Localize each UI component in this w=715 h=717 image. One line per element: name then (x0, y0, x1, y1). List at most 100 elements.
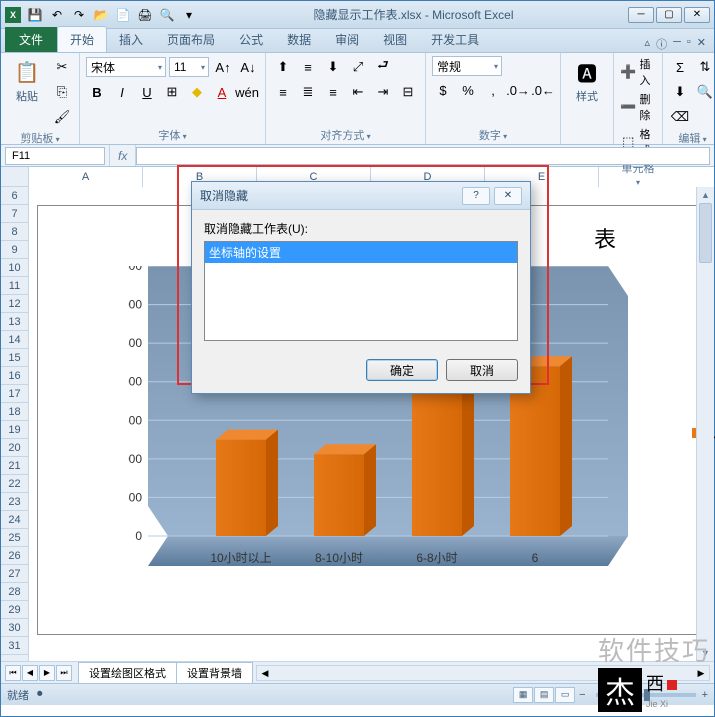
sheet-tab[interactable]: 设置背景墙 (176, 662, 253, 683)
help-icon[interactable]: ⓘ (656, 36, 667, 52)
vertical-scrollbar[interactable]: ▲ ▼ (696, 187, 714, 661)
increase-decimal-button[interactable]: .0→ (507, 79, 529, 101)
dialog-close-button[interactable]: ✕ (494, 187, 522, 205)
close-button[interactable]: ✕ (684, 7, 710, 23)
tab-layout[interactable]: 页面布局 (155, 27, 227, 52)
select-all-corner[interactable] (1, 167, 29, 187)
bold-button[interactable]: B (86, 81, 108, 103)
row-header[interactable]: 20 (1, 439, 28, 457)
dialog-help-button[interactable]: ? (462, 187, 490, 205)
row-header[interactable]: 9 (1, 241, 28, 259)
align-bottom-button[interactable]: ⬇ (322, 56, 344, 78)
macro-record-icon[interactable]: ⏺ (37, 688, 43, 701)
col-header[interactable]: A (29, 167, 143, 187)
row-header[interactable]: 17 (1, 385, 28, 403)
row-header[interactable]: 18 (1, 403, 28, 421)
cancel-button[interactable]: 取消 (446, 359, 518, 381)
align-right-button[interactable]: ≡ (322, 81, 344, 103)
tab-formulas[interactable]: 公式 (227, 27, 275, 52)
merge-button[interactable]: ⊟ (397, 81, 419, 103)
maximize-button[interactable]: ▢ (656, 7, 682, 23)
qat-more-icon[interactable]: ▾ (179, 5, 199, 25)
row-header[interactable]: 27 (1, 565, 28, 583)
row-header[interactable]: 16 (1, 367, 28, 385)
sort-button[interactable]: ⇅ (694, 56, 715, 78)
font-color-button[interactable]: A (211, 81, 233, 103)
formula-input[interactable] (136, 147, 710, 165)
doc-minimize-icon[interactable]: ─ (673, 36, 681, 52)
scroll-left-icon[interactable]: ◀ (257, 666, 273, 680)
wrap-text-button[interactable]: ⮐ (372, 56, 394, 78)
row-header[interactable]: 6 (1, 187, 28, 205)
row-header[interactable]: 23 (1, 493, 28, 511)
row-header[interactable]: 28 (1, 583, 28, 601)
font-size-combo[interactable]: 11 (169, 57, 209, 77)
save-button[interactable]: 💾 (25, 5, 45, 25)
grow-font-button[interactable]: A↑ (212, 56, 234, 78)
row-header[interactable]: 14 (1, 331, 28, 349)
list-item[interactable]: 坐标轴的设置 (205, 242, 517, 263)
delete-cells-button[interactable]: ➖ (620, 96, 637, 118)
tab-insert[interactable]: 插入 (107, 27, 155, 52)
dialog-titlebar[interactable]: 取消隐藏 ? ✕ (192, 182, 530, 210)
row-header[interactable]: 24 (1, 511, 28, 529)
tab-view[interactable]: 视图 (371, 27, 419, 52)
name-box[interactable]: F11 (5, 147, 105, 165)
insert-cells-button[interactable]: ➕ (620, 61, 637, 83)
view-layout-button[interactable]: ▤ (534, 687, 554, 703)
zoom-out-button[interactable]: − (579, 689, 585, 701)
row-header[interactable]: 15 (1, 349, 28, 367)
align-center-button[interactable]: ≣ (297, 81, 319, 103)
autosum-button[interactable]: Σ (669, 56, 691, 78)
tab-nav-next[interactable]: ▶ (39, 665, 55, 681)
tab-data[interactable]: 数据 (275, 27, 323, 52)
unhide-list[interactable]: 坐标轴的设置 (204, 241, 518, 341)
ribbon-minimize-icon[interactable]: ▵ (645, 36, 651, 52)
tab-nav-last[interactable]: ⏭ (56, 665, 72, 681)
indent-decrease-button[interactable]: ⇤ (347, 81, 369, 103)
row-header[interactable]: 11 (1, 277, 28, 295)
row-header[interactable]: 19 (1, 421, 28, 439)
scroll-thumb[interactable] (699, 203, 712, 263)
row-header[interactable]: 25 (1, 529, 28, 547)
align-top-button[interactable]: ⬆ (272, 56, 294, 78)
print-button[interactable]: 🖨 (135, 5, 155, 25)
styles-button[interactable]: 🅰 样式 (567, 56, 607, 106)
row-header[interactable]: 29 (1, 601, 28, 619)
scroll-right-icon[interactable]: ▶ (693, 666, 709, 680)
open-button[interactable]: 📂 (91, 5, 111, 25)
zoom-in-button[interactable]: + (702, 689, 708, 701)
row-header[interactable]: 22 (1, 475, 28, 493)
zoom-slider[interactable] (596, 693, 696, 697)
fill-color-button[interactable]: ◆ (186, 81, 208, 103)
font-name-combo[interactable]: 宋体 (86, 57, 166, 77)
cut-button[interactable]: ✂ (51, 56, 73, 78)
italic-button[interactable]: I (111, 81, 133, 103)
view-normal-button[interactable]: ▦ (513, 687, 533, 703)
orientation-button[interactable]: ⤢ (347, 56, 369, 78)
doc-restore-icon[interactable]: ▫ (687, 36, 691, 52)
ok-button[interactable]: 确定 (366, 359, 438, 381)
doc-close-icon[interactable]: ✕ (697, 36, 706, 52)
row-header[interactable]: 21 (1, 457, 28, 475)
format-painter-button[interactable]: 🖌 (51, 106, 73, 128)
fill-button[interactable]: ⬇ (669, 81, 691, 103)
tab-nav-first[interactable]: ⏮ (5, 665, 21, 681)
row-header[interactable]: 10 (1, 259, 28, 277)
currency-button[interactable]: $ (432, 79, 454, 101)
shrink-font-button[interactable]: A↓ (237, 56, 259, 78)
underline-button[interactable]: U (136, 81, 158, 103)
copy-button[interactable]: ⎘ (51, 81, 73, 103)
view-pagebreak-button[interactable]: ▭ (555, 687, 575, 703)
preview-button[interactable]: 🔍 (157, 5, 177, 25)
tab-developer[interactable]: 开发工具 (419, 27, 491, 52)
align-middle-button[interactable]: ≡ (297, 56, 319, 78)
undo-button[interactable]: ↶ (47, 5, 67, 25)
horizontal-scrollbar[interactable]: ◀ ▶ (256, 665, 710, 681)
tab-home[interactable]: 开始 (57, 26, 107, 52)
decrease-decimal-button[interactable]: .0← (532, 79, 554, 101)
row-header[interactable]: 13 (1, 313, 28, 331)
row-header[interactable]: 30 (1, 619, 28, 637)
comma-button[interactable]: , (482, 79, 504, 101)
new-button[interactable]: 📄 (113, 5, 133, 25)
